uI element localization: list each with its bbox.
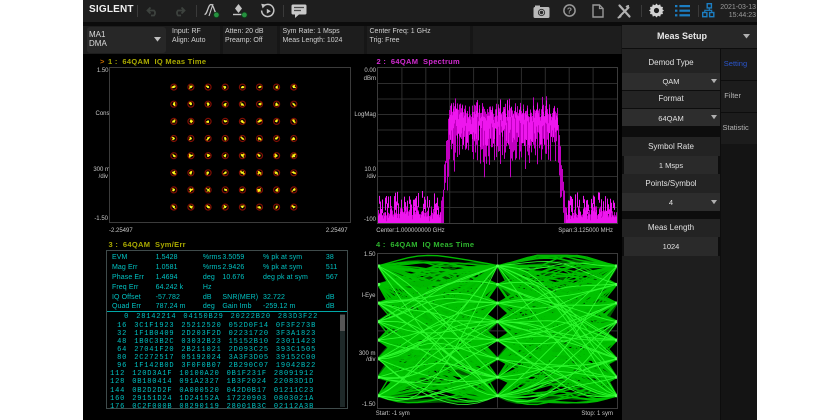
svg-text:?: ? — [567, 5, 572, 15]
